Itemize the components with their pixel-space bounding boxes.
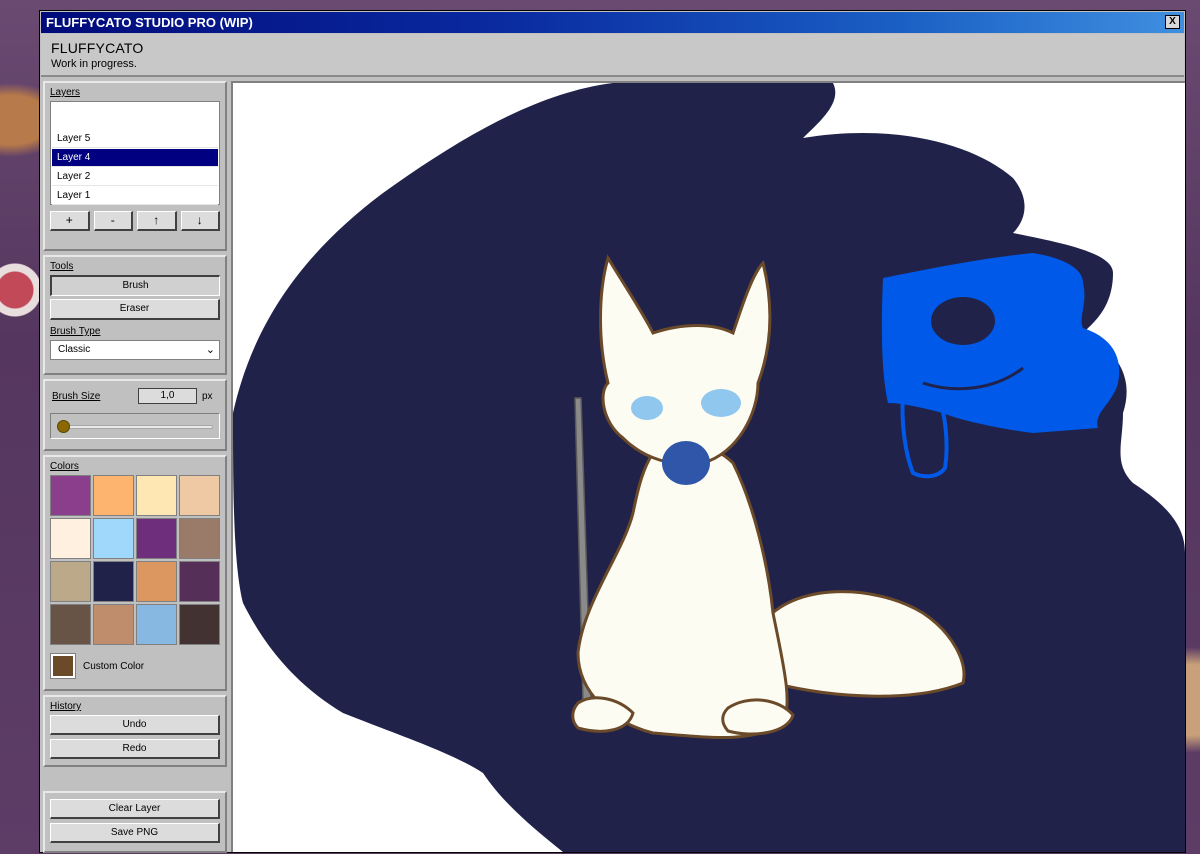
redo-button[interactable]: Redo	[50, 739, 220, 759]
brush-type-label: Brush Type	[50, 326, 101, 337]
layer-item[interactable]: Layer 5	[52, 130, 218, 148]
brush-type-select[interactable]: Classic ⌄	[50, 340, 220, 360]
sidebar: Layers Layer 5 Layer 4 Layer 2 Layer 1 +…	[41, 79, 229, 853]
cat-eye-left	[631, 396, 663, 420]
layer-item[interactable]: Layer 1	[52, 187, 218, 205]
brush-size-label: Brush Size	[52, 390, 101, 402]
slider-track	[59, 425, 213, 429]
tools-title: Tools	[50, 261, 74, 272]
color-swatch[interactable]	[93, 518, 134, 559]
brush-size-slider[interactable]	[50, 413, 220, 439]
cat-eye-right	[701, 389, 741, 417]
brush-size-panel: Brush Size 1,0 px	[43, 379, 227, 451]
color-swatch[interactable]	[50, 518, 91, 559]
eraser-tool-button[interactable]: Eraser	[50, 299, 220, 320]
slider-thumb[interactable]	[57, 420, 70, 433]
app-header: FLUFFYCATO Work in progress.	[41, 34, 1184, 77]
chevron-down-icon: ⌄	[205, 344, 215, 356]
history-panel: History Undo Redo	[43, 695, 227, 767]
color-swatch[interactable]	[50, 604, 91, 645]
color-swatch[interactable]	[136, 518, 177, 559]
brush-tool-button[interactable]: Brush	[50, 275, 220, 296]
close-button[interactable]: X	[1165, 15, 1180, 29]
history-title: History	[50, 701, 82, 712]
custom-color-swatch[interactable]	[50, 653, 76, 679]
layer-item[interactable]: Layer 2	[52, 168, 218, 186]
color-swatch[interactable]	[50, 561, 91, 602]
undo-button[interactable]: Undo	[50, 715, 220, 735]
color-swatch[interactable]	[93, 561, 134, 602]
layer-label: Layer 2	[57, 171, 91, 182]
tools-panel: Tools Brush Eraser Brush Type Classic ⌄	[43, 255, 227, 375]
remove-layer-button[interactable]: -	[93, 211, 133, 231]
color-swatch[interactable]	[179, 604, 220, 645]
brush-size-unit: px	[202, 390, 213, 402]
layer-list[interactable]: Layer 5 Layer 4 Layer 2 Layer 1	[50, 101, 220, 205]
window-title: FLUFFYCATO STUDIO PRO (WIP)	[46, 15, 253, 30]
custom-color-label: Custom Color	[83, 660, 145, 672]
color-swatch[interactable]	[136, 604, 177, 645]
app-window: FLUFFYCATO STUDIO PRO (WIP) X FLUFFYCATO…	[39, 10, 1186, 853]
actions-panel: Clear Layer Save PNG	[43, 791, 227, 853]
color-swatch[interactable]	[136, 561, 177, 602]
app-name: FLUFFYCATO	[51, 40, 144, 56]
layers-title: Layers	[50, 87, 81, 98]
save-png-button[interactable]: Save PNG	[50, 823, 220, 843]
color-palette	[50, 475, 220, 645]
brush-size-input[interactable]: 1,0	[138, 388, 197, 404]
color-swatch[interactable]	[179, 561, 220, 602]
color-swatch[interactable]	[93, 604, 134, 645]
brush-type-value: Classic	[58, 344, 91, 355]
color-swatch[interactable]	[93, 475, 134, 516]
move-layer-up-button[interactable]: ↑	[137, 211, 177, 231]
cat-mouth	[662, 441, 710, 485]
layer-label: Layer 5	[57, 133, 91, 144]
color-swatch[interactable]	[136, 475, 177, 516]
drawing-canvas[interactable]	[231, 81, 1185, 852]
colors-title: Colors	[50, 461, 79, 472]
add-layer-button[interactable]: +	[50, 211, 90, 231]
layers-panel: Layers Layer 5 Layer 4 Layer 2 Layer 1 +…	[43, 81, 227, 251]
layer-label: Layer 1	[57, 190, 91, 201]
title-bar[interactable]: FLUFFYCATO STUDIO PRO (WIP) X	[41, 12, 1184, 33]
colors-panel: Colors Custom Color	[43, 455, 227, 691]
clear-layer-button[interactable]: Clear Layer	[50, 799, 220, 819]
layer-buttons: + - ↑ ↓	[50, 211, 220, 231]
canvas-artwork	[233, 83, 1185, 852]
color-swatch[interactable]	[179, 518, 220, 559]
color-swatch[interactable]	[179, 475, 220, 516]
layer-label: Layer 4	[57, 152, 91, 163]
move-layer-down-button[interactable]: ↓	[180, 211, 220, 231]
color-swatch[interactable]	[50, 475, 91, 516]
app-subtitle: Work in progress.	[51, 58, 137, 70]
layer-item-selected[interactable]: Layer 4	[52, 149, 218, 167]
